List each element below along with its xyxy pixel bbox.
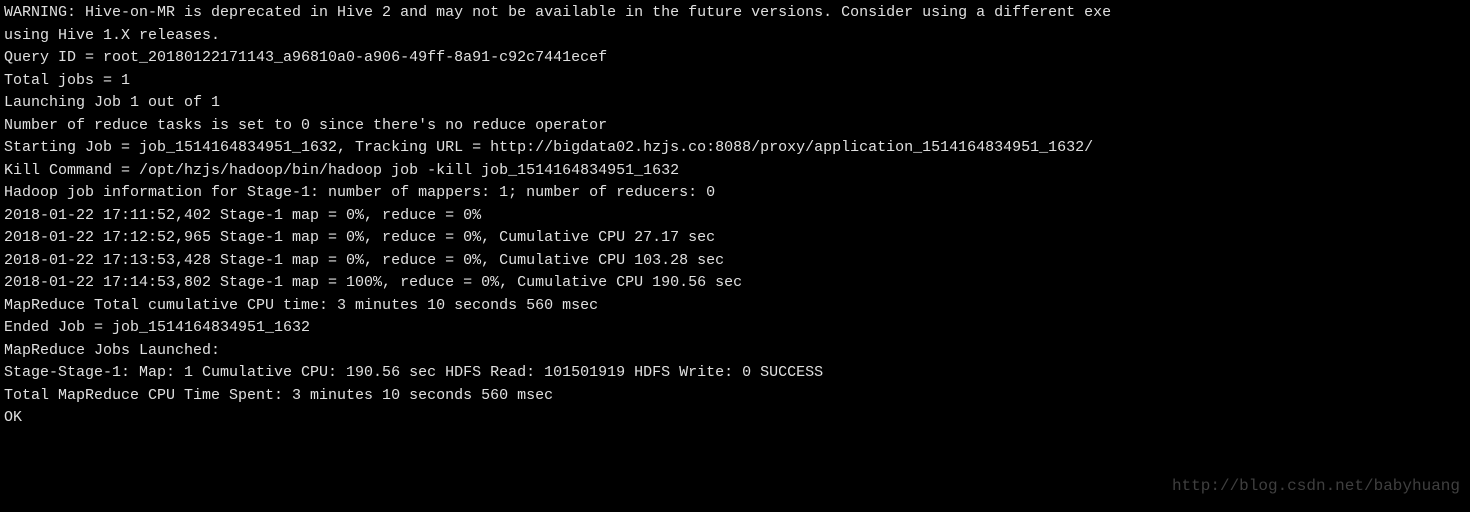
total-jobs-line: Total jobs = 1 [4,70,1466,93]
stage-summary-line: Stage-Stage-1: Map: 1 Cumulative CPU: 19… [4,362,1466,385]
progress-line-3: 2018-01-22 17:13:53,428 Stage-1 map = 0%… [4,250,1466,273]
reduce-tasks-line: Number of reduce tasks is set to 0 since… [4,115,1466,138]
progress-line-4: 2018-01-22 17:14:53,802 Stage-1 map = 10… [4,272,1466,295]
kill-command-line: Kill Command = /opt/hzjs/hadoop/bin/hado… [4,160,1466,183]
ended-job-line: Ended Job = job_1514164834951_1632 [4,317,1466,340]
progress-line-1: 2018-01-22 17:11:52,402 Stage-1 map = 0%… [4,205,1466,228]
warning-line-cont: using Hive 1.X releases. [4,25,1466,48]
starting-job-line: Starting Job = job_1514164834951_1632, T… [4,137,1466,160]
total-cpu-time-line: MapReduce Total cumulative CPU time: 3 m… [4,295,1466,318]
hadoop-info-line: Hadoop job information for Stage-1: numb… [4,182,1466,205]
ok-line: OK [4,407,1466,430]
launching-job-line: Launching Job 1 out of 1 [4,92,1466,115]
warning-line: WARNING: Hive-on-MR is deprecated in Hiv… [4,2,1466,25]
jobs-launched-line: MapReduce Jobs Launched: [4,340,1466,363]
terminal-output[interactable]: WARNING: Hive-on-MR is deprecated in Hiv… [4,2,1466,430]
query-id-line: Query ID = root_20180122171143_a96810a0-… [4,47,1466,70]
progress-line-2: 2018-01-22 17:12:52,965 Stage-1 map = 0%… [4,227,1466,250]
watermark-text: http://blog.csdn.net/babyhuang [1172,474,1460,498]
total-time-spent-line: Total MapReduce CPU Time Spent: 3 minute… [4,385,1466,408]
